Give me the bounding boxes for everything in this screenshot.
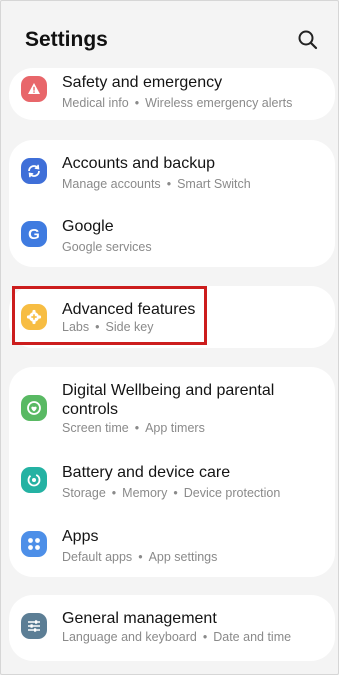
settings-item-subtitle: Language and keyboard • Date and time xyxy=(62,630,292,644)
google-icon: G xyxy=(21,221,47,247)
settings-item-accounts[interactable]: Accounts and backup Manage accounts • Smar… xyxy=(9,140,335,204)
settings-item-subtitle: Storage • Memory • Device protection xyxy=(62,486,281,500)
wellbeing-icon xyxy=(21,395,47,421)
settings-card-general: General management Language and keyboard… xyxy=(9,595,335,661)
settings-item-label: Accounts and backup xyxy=(62,155,215,172)
settings-card-wellbeing: Digital Wellbeing and parental controls … xyxy=(9,367,335,577)
settings-item-general-management[interactable]: General management Language and keyboard… xyxy=(9,595,335,659)
settings-item-subtitle: Google services xyxy=(62,240,152,254)
apps-grid-icon xyxy=(21,531,47,557)
settings-item-subtitle: Medical info • Wireless emergency alerts xyxy=(62,96,293,110)
settings-item-digital-wellbeing[interactable]: Digital Wellbeing and parental controls … xyxy=(9,367,335,447)
alert-icon xyxy=(21,76,47,102)
header: Settings xyxy=(0,0,339,70)
settings-item-label-line2: controls xyxy=(62,401,119,418)
battery-care-icon xyxy=(21,467,47,493)
settings-item-google[interactable]: G Google Google services xyxy=(9,203,335,267)
settings-item-subtitle: Manage accounts • Smart Switch xyxy=(62,177,251,191)
settings-item-subtitle: Screen time • App timers xyxy=(62,421,205,435)
settings-item-label: Digital Wellbeing and parental xyxy=(62,382,275,399)
settings-item-label: Safety and emergency xyxy=(62,74,223,91)
settings-item-label: Google xyxy=(62,218,114,235)
settings-item-label: Apps xyxy=(62,528,99,545)
settings-item-battery[interactable]: Battery and device care Storage • Memory • D… xyxy=(9,449,335,513)
highlight-box xyxy=(12,286,207,345)
settings-item-safety[interactable]: Safety and emergency Medical info • Wirele… xyxy=(9,68,335,120)
page-title: Settings xyxy=(25,28,108,51)
settings-card-accounts: Accounts and backup Manage accounts • Smar… xyxy=(9,140,335,267)
settings-item-subtitle: Default apps • App settings xyxy=(62,550,218,564)
search-icon[interactable] xyxy=(296,28,320,52)
settings-item-label: Battery and device care xyxy=(62,464,231,481)
settings-item-label: General management xyxy=(62,610,217,627)
sync-icon xyxy=(21,158,47,184)
sliders-icon xyxy=(21,613,47,639)
settings-card-safety: Safety and emergency Medical info • Wirele… xyxy=(9,68,335,120)
settings-item-apps[interactable]: Apps Default apps • App settings xyxy=(9,513,335,577)
